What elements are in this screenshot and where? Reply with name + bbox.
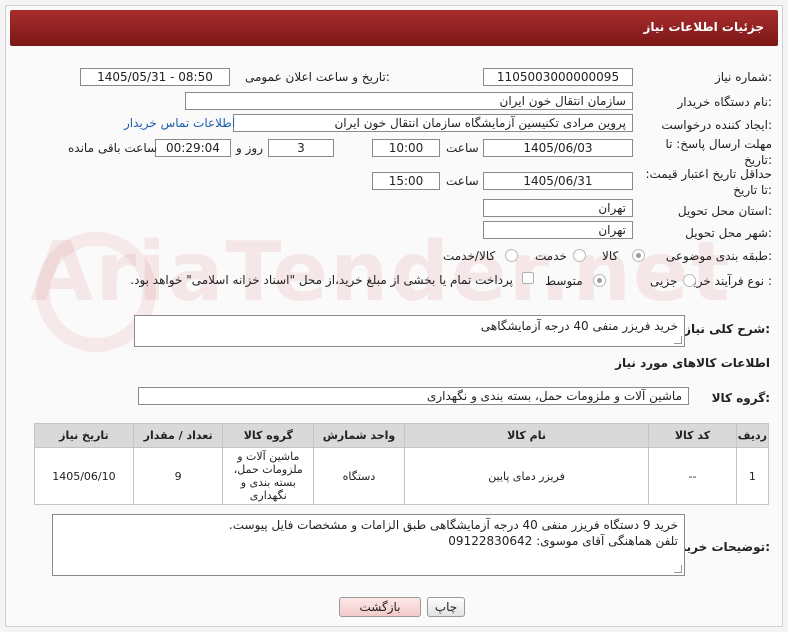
category-radio-goods[interactable] (632, 249, 645, 262)
category-option-service: خدمت (535, 249, 567, 263)
col-qty: تعداد / مقدار (132, 423, 224, 448)
price-validity-label: حداقل تاریخ اعتبار قیمت: تا تاریخ: (645, 167, 772, 197)
requester-label: ایجاد کننده درخواست: (661, 118, 772, 132)
remaining-time-field: 00:29:04 (155, 139, 231, 157)
days-label: روز و (236, 141, 263, 155)
table-row: 1 -- فریزر دمای پایین دستگاه ماشین آلات … (34, 447, 770, 505)
process-radio-minor[interactable] (683, 274, 696, 287)
price-date-field: 1405/06/31 (483, 172, 633, 190)
goods-group-label: گروه کالا: (711, 391, 770, 405)
col-unit: واحد شمارش (313, 423, 405, 448)
announce-field: 1405/05/31 - 08:50 (80, 68, 230, 86)
col-group: گروه کالا (222, 423, 315, 448)
cell-group: ماشین آلات و ملزومات حمل، بسته بندی و نگ… (222, 447, 315, 505)
col-row: ردیف (735, 423, 770, 448)
deadline-time-label: ساعت (446, 141, 479, 155)
col-code: کد کالا (648, 423, 737, 448)
items-table: ردیف کد کالا نام کالا واحد شمارش گروه کا… (34, 423, 770, 505)
cell-date: 1405/06/10 (34, 447, 134, 505)
treasury-payment-note: پرداخت تمام یا بخشی از مبلغ خرید،از محل … (130, 273, 513, 287)
cell-unit: دستگاه (313, 447, 405, 505)
province-field: تهران (483, 199, 633, 217)
deadline-time-field: 10:00 (372, 139, 440, 157)
table-header-row: ردیف کد کالا نام کالا واحد شمارش گروه کا… (34, 423, 770, 448)
need-number-field: 1105003000000095 (483, 68, 633, 86)
remaining-label: ساعت باقی مانده (68, 141, 158, 155)
buyer-notes-line2: تلفن هماهنگی آقای موسوی: 09122830642 (448, 534, 678, 548)
price-time-field: 15:00 (372, 172, 440, 190)
province-label: استان محل تحویل: (677, 204, 772, 218)
goods-info-title: اطلاعات کالاهای مورد نیاز (615, 356, 770, 370)
process-label: نوع فرآیند خرید : (687, 274, 772, 288)
city-label: شهر محل تحویل: (685, 226, 772, 240)
treasury-payment-checkbox[interactable] (522, 272, 534, 284)
cell-qty: 9 (132, 447, 224, 505)
announce-label: تاریخ و ساعت اعلان عمومی: (245, 70, 390, 84)
col-date: تاریخ نیاز (34, 423, 134, 448)
buyer-org-label: نام دستگاه خریدار: (677, 95, 773, 109)
category-option-both: کالا/خدمت (443, 249, 496, 263)
days-field: 3 (268, 139, 334, 157)
description-field: خرید فریزر منفی 40 درجه آزمایشگاهی (134, 315, 685, 347)
buyer-org-field: سازمان انتقال خون ایران (185, 92, 633, 110)
need-number-label: شماره نیاز: (714, 70, 772, 84)
process-option-medium: متوسط (545, 274, 583, 288)
col-name: نام کالا (403, 423, 650, 448)
process-option-minor: جزیی (650, 274, 678, 288)
buyer-notes-line1: خرید 9 دستگاه فریزر منفی 40 درجه آزمایشگ… (228, 518, 678, 532)
back-button[interactable]: بازگشت (339, 597, 421, 617)
cell-row: 1 (735, 447, 770, 505)
deadline-label: مهلت ارسال پاسخ: تا تاریخ: (665, 137, 772, 167)
goods-group-field: ماشین آلات و ملزومات حمل، بسته بندی و نگ… (138, 387, 689, 405)
description-text: خرید فریزر منفی 40 درجه آزمایشگاهی (480, 319, 678, 333)
category-label: طبقه بندی موضوعی: (665, 249, 772, 263)
resize-handle-icon[interactable] (674, 565, 682, 573)
category-radio-both[interactable] (505, 249, 518, 262)
cell-code: -- (648, 447, 737, 505)
buyer-contact-link[interactable]: اطلاعات تماس خریدار (124, 116, 235, 130)
cell-name: فریزر دمای پایین (403, 447, 650, 505)
deadline-date-field: 1405/06/03 (483, 139, 633, 157)
buyer-notes-field: خرید 9 دستگاه فریزر منفی 40 درجه آزمایشگ… (52, 514, 685, 576)
page-header: جزئیات اطلاعات نیاز (10, 10, 778, 46)
print-button[interactable]: چاپ (427, 597, 465, 617)
city-field: تهران (483, 221, 633, 239)
process-radio-medium[interactable] (593, 274, 606, 287)
requester-field: پروین مرادی تکنیسین آزمایشگاه سازمان انت… (233, 114, 633, 132)
price-time-label: ساعت (446, 174, 479, 188)
category-radio-service[interactable] (573, 249, 586, 262)
description-label: شرح کلی نیاز: (684, 322, 770, 336)
resize-handle-icon[interactable] (674, 336, 682, 344)
page-title: جزئیات اطلاعات نیاز (643, 20, 764, 34)
category-option-goods: کالا (602, 249, 619, 263)
